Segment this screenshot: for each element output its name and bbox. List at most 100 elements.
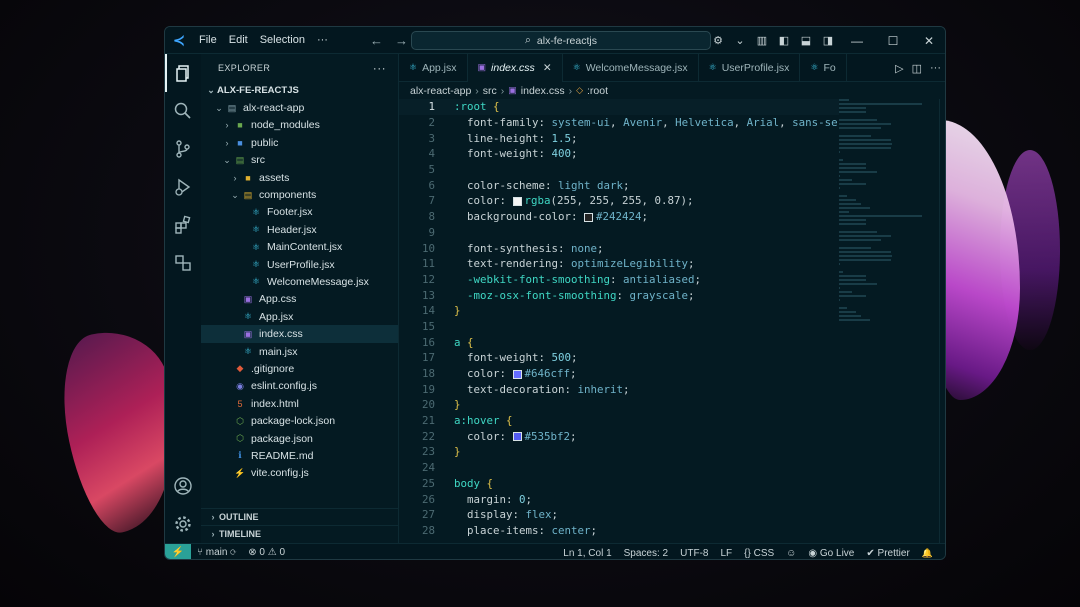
extensions-icon[interactable] bbox=[165, 206, 201, 244]
code-line: 23} bbox=[399, 444, 839, 460]
tree-item[interactable]: 5 index.html bbox=[201, 395, 398, 412]
line-number: 21 bbox=[421, 414, 435, 428]
workspace-folder-header[interactable]: ⌄ ALX-FE-REACTJS bbox=[201, 82, 398, 99]
code-line: 19 text-decoration: inherit; bbox=[399, 381, 839, 397]
run-icon[interactable]: ▷ bbox=[895, 62, 903, 75]
menu-edit[interactable]: Edit bbox=[223, 34, 254, 46]
editor-scrollbar[interactable] bbox=[939, 99, 945, 543]
code-token: center bbox=[551, 523, 591, 537]
menu-file[interactable]: File bbox=[193, 34, 223, 46]
breadcrumb-item[interactable]: src bbox=[483, 85, 497, 97]
outline-section[interactable]: › OUTLINE bbox=[201, 508, 399, 525]
tree-item[interactable]: ▣ index.css bbox=[201, 325, 398, 343]
explorer-files-icon[interactable] bbox=[165, 54, 201, 92]
customize-layout-icon[interactable]: ▥ bbox=[751, 34, 773, 47]
editor-tab[interactable]: ⚛ Fo bbox=[800, 53, 847, 82]
tree-item[interactable]: ⌄ ▤ components bbox=[201, 186, 398, 203]
search-text: alx-fe-reactjs bbox=[536, 34, 597, 47]
tree-item[interactable]: › ■ assets bbox=[201, 169, 398, 186]
chevron-down-icon[interactable]: ⌄ bbox=[729, 34, 751, 47]
copilot-menu-icon[interactable]: ⚙ bbox=[707, 34, 729, 47]
command-center-search[interactable]: ⌕ alx-fe-reactjs bbox=[411, 31, 711, 50]
notifications-bell-icon[interactable]: 🔔 bbox=[916, 548, 939, 559]
tree-item[interactable]: ⚛ WelcomeMessage.jsx bbox=[201, 273, 398, 290]
code-token: 400 bbox=[551, 147, 572, 161]
settings-gear-icon[interactable] bbox=[165, 505, 201, 543]
tree-item[interactable]: ▣ App.css bbox=[201, 291, 398, 308]
tree-item-label: alx-react-app bbox=[243, 102, 305, 115]
close-tab-icon[interactable]: ✕ bbox=[543, 62, 552, 74]
toggle-primary-sidebar-icon[interactable]: ◧ bbox=[773, 34, 795, 47]
indentation[interactable]: Spaces: 2 bbox=[618, 548, 674, 559]
line-number: 8 bbox=[428, 210, 435, 224]
minimize-icon[interactable]: — bbox=[839, 34, 875, 48]
code-token: :root bbox=[454, 100, 487, 114]
tree-item[interactable]: ⌄ ▤ src bbox=[201, 152, 398, 169]
go-live-button[interactable]: ◉ Go Live bbox=[802, 548, 860, 559]
remote-explorer-icon[interactable] bbox=[165, 244, 201, 282]
maximize-icon[interactable]: ☐ bbox=[875, 34, 911, 48]
line-source: display: flex; bbox=[454, 508, 558, 521]
encoding[interactable]: UTF-8 bbox=[674, 548, 714, 559]
color-swatch-icon[interactable] bbox=[512, 196, 522, 206]
more-actions-icon[interactable]: ··· bbox=[930, 62, 941, 74]
source-control-icon[interactable] bbox=[165, 130, 201, 168]
line-source: color: rgba(255, 255, 255, 0.87); bbox=[454, 194, 694, 207]
split-editor-icon[interactable]: ◫ bbox=[912, 62, 922, 75]
toggle-secondary-sidebar-icon[interactable]: ◨ bbox=[817, 34, 839, 47]
back-arrow-icon[interactable]: ← bbox=[370, 33, 383, 48]
code-line: 4 font-weight: 400; bbox=[399, 146, 839, 162]
run-debug-icon[interactable] bbox=[165, 168, 201, 206]
editor-tab[interactable]: ▣ index.css ✕ bbox=[467, 53, 563, 82]
tree-item[interactable]: ⚛ MainContent.jsx bbox=[201, 239, 398, 256]
timeline-section[interactable]: › TIMELINE bbox=[201, 525, 399, 542]
prettier-button[interactable]: ✔ Prettier bbox=[860, 548, 915, 559]
minimap[interactable] bbox=[839, 99, 939, 339]
tab-label: UserProfile.jsx bbox=[721, 61, 790, 74]
tree-item[interactable]: ⚡ vite.config.js bbox=[201, 465, 398, 482]
color-swatch-icon[interactable] bbox=[512, 369, 522, 379]
forward-arrow-icon[interactable]: → bbox=[395, 33, 408, 48]
tree-item[interactable]: ⬡ package.json bbox=[201, 430, 398, 447]
tree-item[interactable]: ⚛ App.jsx bbox=[201, 308, 398, 325]
tree-item[interactable]: ⌄ ▤ alx-react-app bbox=[201, 99, 398, 116]
editor-tab[interactable]: ⚛ WelcomeMessage.jsx bbox=[563, 53, 699, 82]
breadcrumb-item[interactable]: :root bbox=[587, 85, 608, 97]
color-swatch-icon[interactable] bbox=[512, 432, 522, 442]
tree-item[interactable]: ⚛ UserProfile.jsx bbox=[201, 256, 398, 273]
tree-item[interactable]: ℹ README.md bbox=[201, 447, 398, 464]
breadcrumb-item[interactable]: alx-react-app bbox=[410, 85, 471, 97]
tree-item[interactable]: ◆ .gitignore bbox=[201, 360, 398, 377]
explorer-title: EXPLORER bbox=[218, 63, 271, 73]
tree-item[interactable]: ⚛ main.jsx bbox=[201, 343, 398, 360]
color-swatch-icon[interactable] bbox=[584, 212, 594, 222]
problems-indicator[interactable]: ⊗ 0 ⚠ 0 bbox=[242, 547, 291, 558]
editor-tab[interactable]: ⚛ UserProfile.jsx bbox=[699, 53, 801, 82]
nodejs-icon: ⬡ bbox=[236, 415, 244, 426]
cursor-position[interactable]: Ln 1, Col 1 bbox=[557, 548, 617, 559]
account-icon[interactable] bbox=[165, 467, 201, 505]
tree-item[interactable]: ⚛ Footer.jsx bbox=[201, 204, 398, 221]
end-of-line[interactable]: LF bbox=[714, 548, 738, 559]
code-editor[interactable]: 1:root {2 font-family: system-ui, Avenir… bbox=[399, 99, 839, 543]
search-icon[interactable] bbox=[165, 92, 201, 130]
language-mode[interactable]: {} CSS bbox=[738, 548, 780, 559]
toggle-panel-icon[interactable]: ⬓ bbox=[795, 34, 817, 47]
breadcrumb-item[interactable]: index.css bbox=[521, 85, 565, 97]
tree-item[interactable]: ⚛ Header.jsx bbox=[201, 221, 398, 238]
code-token: ; bbox=[688, 257, 695, 271]
remote-indicator-icon[interactable]: ⚡ bbox=[165, 543, 191, 559]
menu-more[interactable]: ··· bbox=[311, 34, 334, 46]
close-window-icon[interactable]: ✕ bbox=[911, 34, 945, 48]
tree-item[interactable]: › ■ public bbox=[201, 134, 398, 151]
copilot-icon[interactable]: ☺ bbox=[780, 548, 802, 559]
editor-tab[interactable]: ⚛ App.jsx bbox=[399, 53, 468, 82]
tree-item[interactable]: ◉ eslint.config.js bbox=[201, 378, 398, 395]
git-branch[interactable]: ⑂ main ⟳ bbox=[191, 547, 242, 558]
explorer-more-actions[interactable]: ··· bbox=[373, 61, 386, 75]
code-line: 24 bbox=[399, 460, 839, 476]
code-token: ; bbox=[597, 241, 604, 255]
tree-item[interactable]: ⬡ package-lock.json bbox=[201, 412, 398, 429]
tree-item[interactable]: › ■ node_modules bbox=[201, 117, 398, 134]
menu-selection[interactable]: Selection bbox=[254, 34, 311, 46]
